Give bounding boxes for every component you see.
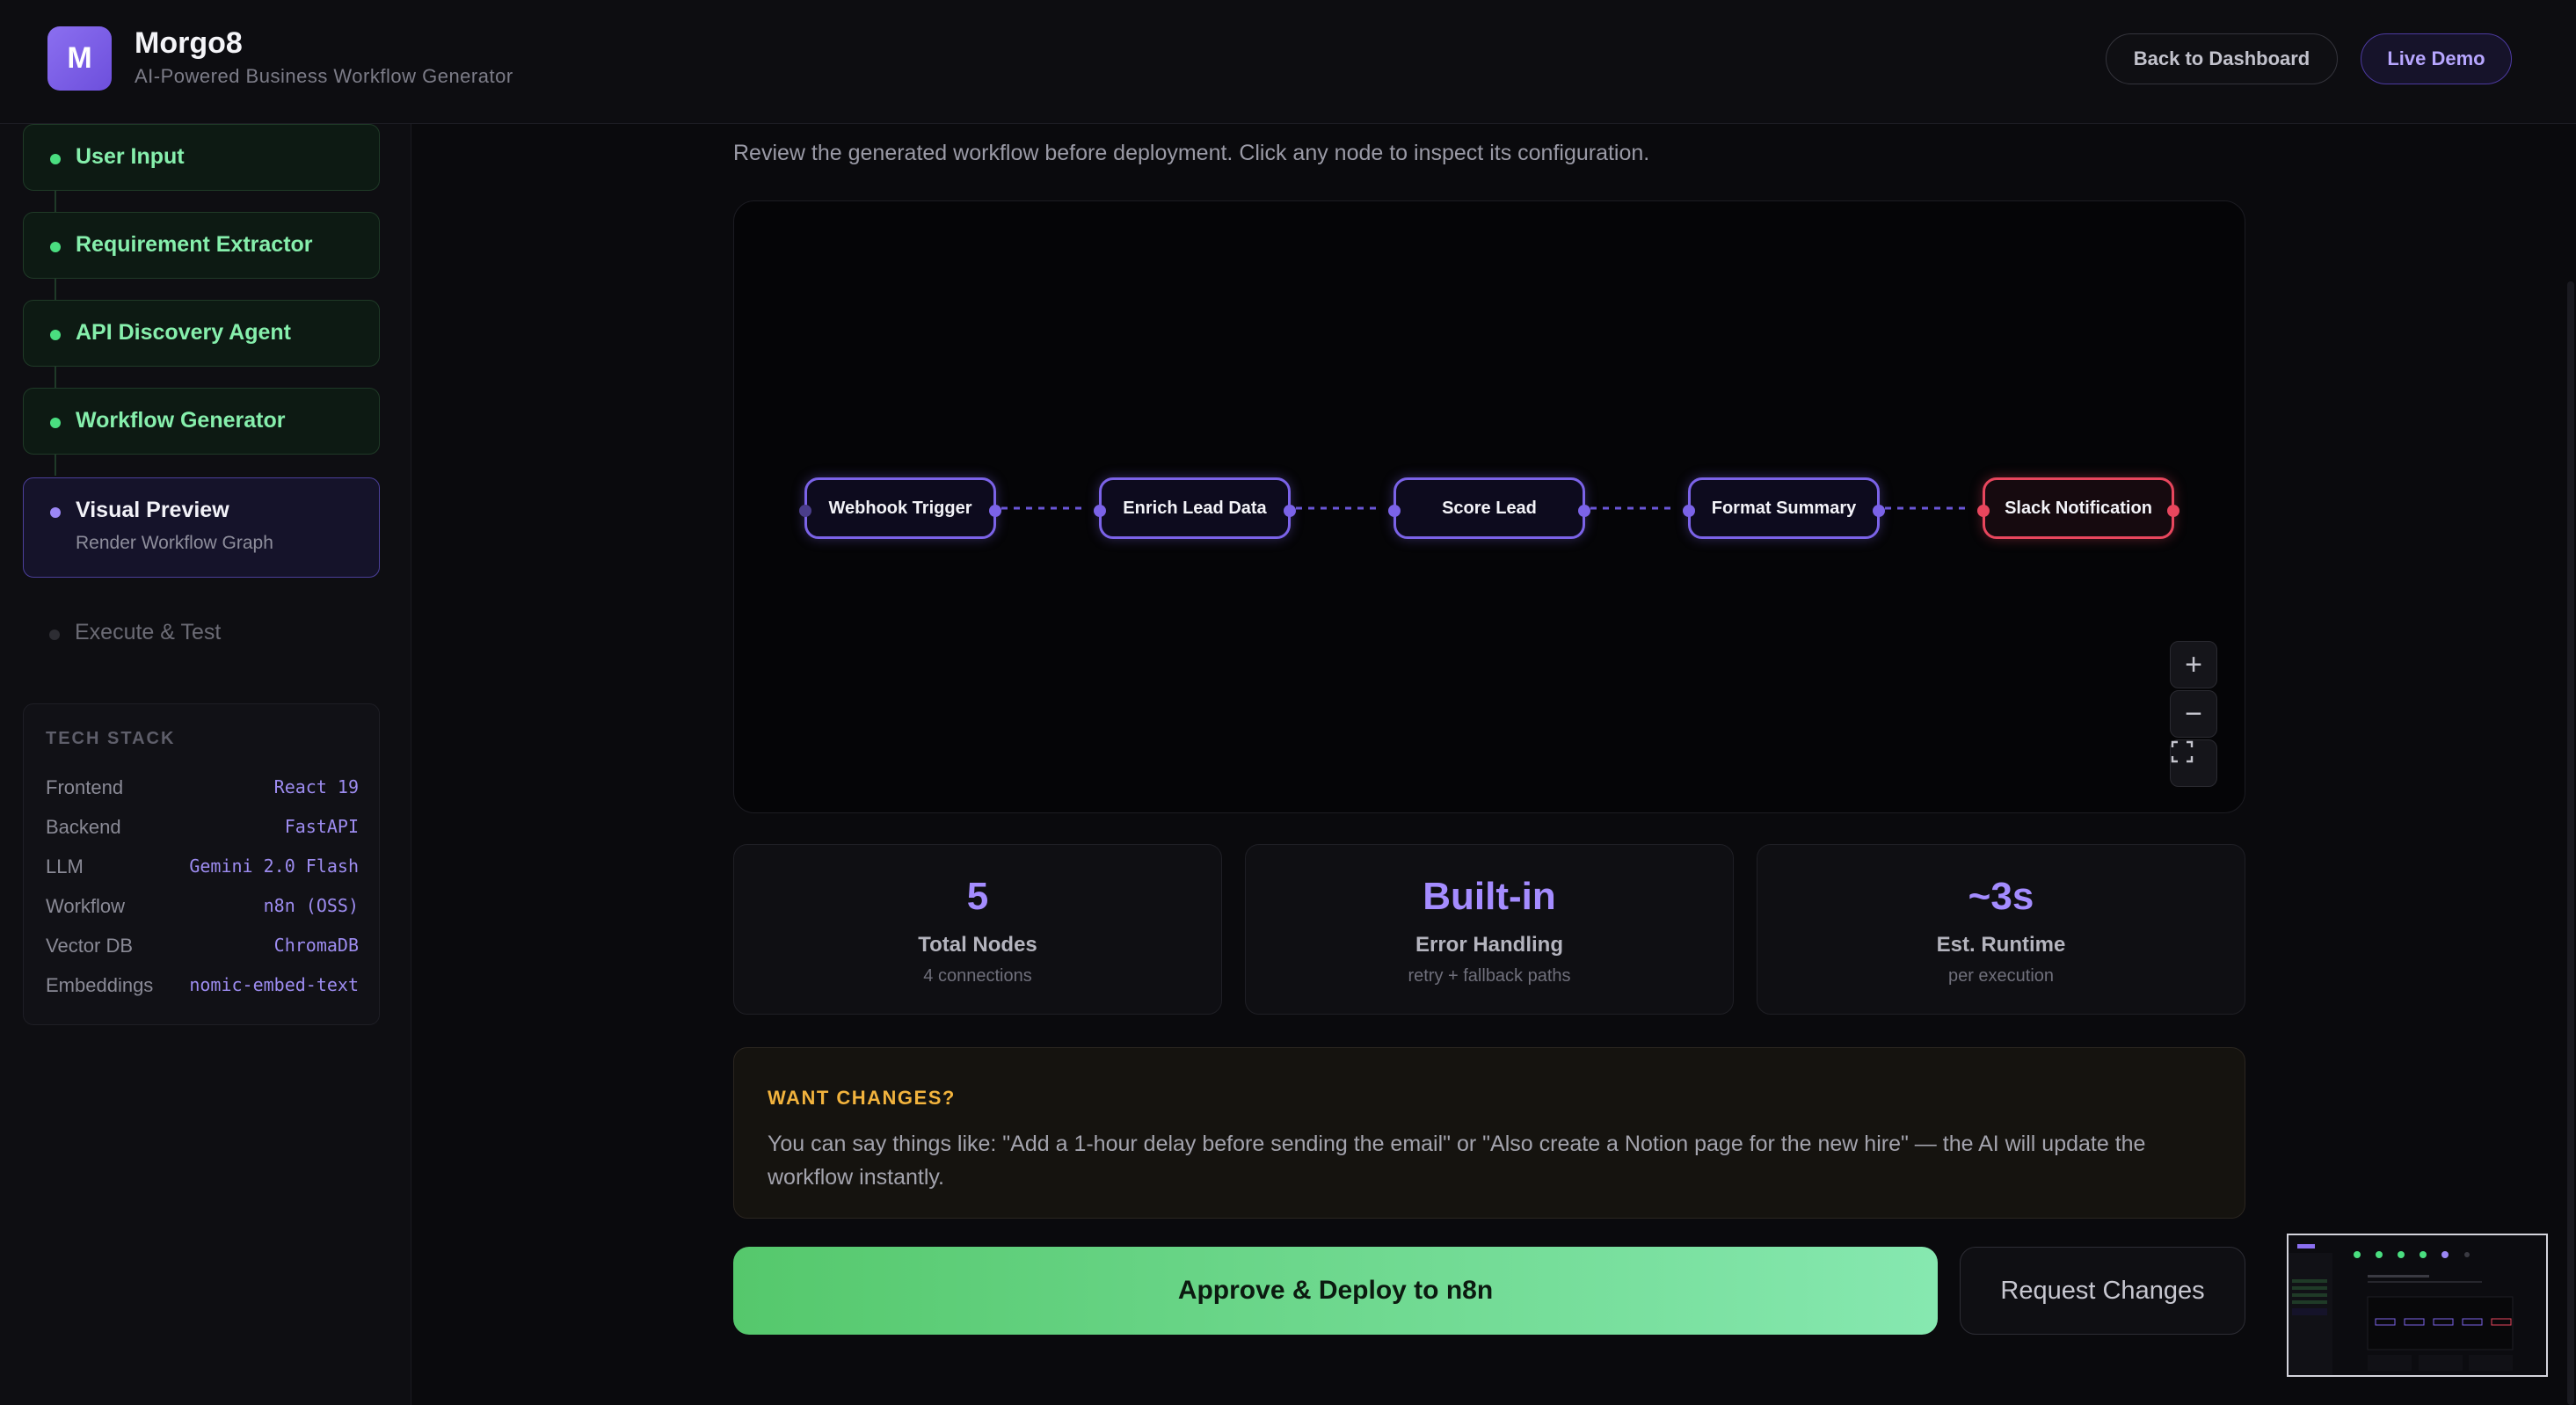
tech-stack-value: nomic-embed-text xyxy=(189,974,359,995)
workflow-canvas[interactable]: Webhook Trigger Enrich Lead Data Score L… xyxy=(733,200,2245,813)
node-label: Enrich Lead Data xyxy=(1123,498,1267,518)
step-requirement-extractor[interactable]: Requirement Extractor xyxy=(23,212,380,279)
preview-intro-text: Review the generated workflow before dep… xyxy=(733,141,1650,165)
output-port[interactable] xyxy=(1873,505,1885,517)
stat-card-error-handling: Built-in Error Handling retry + fallback… xyxy=(1245,844,1734,1015)
back-to-dashboard-button[interactable]: Back to Dashboard xyxy=(2106,33,2338,84)
approve-deploy-button[interactable]: Approve & Deploy to n8n xyxy=(733,1247,1938,1335)
zoom-out-button[interactable]: − xyxy=(2170,690,2217,738)
output-port[interactable] xyxy=(989,505,1001,517)
stat-title: Est. Runtime xyxy=(1936,933,2066,957)
step-connector xyxy=(55,367,56,388)
input-port[interactable] xyxy=(1977,505,1990,517)
step-execute-test[interactable]: Execute & Test xyxy=(23,601,380,667)
page-scrollbar[interactable] xyxy=(2567,281,2574,1405)
tech-stack-value: Gemini 2.0 Flash xyxy=(189,855,359,877)
node-label: Slack Notification xyxy=(2005,498,2152,518)
stat-subtitle: 4 connections xyxy=(923,966,1032,986)
status-dot xyxy=(49,630,60,640)
tech-stack-value: React 19 xyxy=(273,776,359,797)
pipeline-sidebar: User Input Requirement Extractor API Dis… xyxy=(0,124,411,1405)
step-label: Visual Preview xyxy=(76,498,229,522)
stat-subtitle: retry + fallback paths xyxy=(1408,966,1571,986)
output-port[interactable] xyxy=(2167,505,2179,517)
tech-stack-key: LLM xyxy=(46,855,84,877)
fit-view-icon xyxy=(2171,740,2194,763)
tech-stack-value: FastAPI xyxy=(284,816,359,837)
want-changes-panel: WANT CHANGES? You can say things like: "… xyxy=(733,1047,2245,1219)
zoom-in-button[interactable]: + xyxy=(2170,641,2217,688)
status-dot xyxy=(50,418,61,428)
input-port[interactable] xyxy=(1094,505,1106,517)
step-label: API Discovery Agent xyxy=(76,320,291,345)
status-dot xyxy=(50,154,61,164)
tech-stack-title: TECH STACK xyxy=(46,729,176,748)
step-user-input[interactable]: User Input xyxy=(23,124,380,191)
tech-stack-key: Workflow xyxy=(46,895,126,917)
workflow-node-format-summary[interactable]: Format Summary xyxy=(1683,477,1885,539)
stat-card-total-nodes: 5 Total Nodes 4 connections xyxy=(733,844,1222,1015)
app-logo: M xyxy=(47,26,112,91)
input-port[interactable] xyxy=(1683,505,1695,517)
workflow-node-score-lead[interactable]: Score Lead xyxy=(1388,477,1590,539)
graph-minimap[interactable] xyxy=(2287,1234,2548,1377)
output-port[interactable] xyxy=(1284,505,1296,517)
status-dot xyxy=(50,507,61,518)
tech-stack-row: Workflow n8n (OSS) xyxy=(46,895,359,921)
tech-stack-row: LLM Gemini 2.0 Flash xyxy=(46,855,359,882)
fit-view-button[interactable] xyxy=(2170,739,2217,787)
stat-title: Error Handling xyxy=(1415,933,1563,957)
tech-stack-key: Embeddings xyxy=(46,974,154,996)
stat-card-est-runtime: ~3s Est. Runtime per execution xyxy=(1757,844,2245,1015)
tech-stack-row: Vector DB ChromaDB xyxy=(46,935,359,961)
status-dot xyxy=(50,242,61,252)
minimap-preview xyxy=(2289,1244,2514,1375)
step-connector xyxy=(55,455,56,476)
stat-value: ~3s xyxy=(1968,875,2034,918)
stat-subtitle: per execution xyxy=(1947,966,2055,986)
tech-stack-value: ChromaDB xyxy=(273,935,359,956)
step-connector xyxy=(55,279,56,300)
workflow-node-webhook-trigger[interactable]: Webhook Trigger xyxy=(799,477,1001,539)
stat-value: 5 xyxy=(966,875,989,918)
step-api-discovery-agent[interactable]: API Discovery Agent xyxy=(23,300,380,367)
step-label: Requirement Extractor xyxy=(76,232,313,257)
want-changes-body: You can say things like: "Add a 1-hour d… xyxy=(768,1132,2146,1190)
step-label: Workflow Generator xyxy=(76,408,286,433)
input-port[interactable] xyxy=(1388,505,1401,517)
tech-stack-key: Backend xyxy=(46,816,121,838)
step-sublabel: Render Workflow Graph xyxy=(76,533,273,553)
stat-value: Built-in xyxy=(1423,875,1556,918)
output-port[interactable] xyxy=(1578,505,1590,517)
tech-stack-panel: TECH STACK Frontend React 19 Backend Fas… xyxy=(23,703,380,1025)
tech-stack-row: Frontend React 19 xyxy=(46,776,359,803)
tech-stack-row: Backend FastAPI xyxy=(46,816,359,842)
input-port[interactable] xyxy=(799,505,811,517)
node-label: Webhook Trigger xyxy=(828,498,972,518)
tech-stack-key: Vector DB xyxy=(46,935,134,957)
stat-title: Total Nodes xyxy=(918,933,1037,957)
want-changes-heading: WANT CHANGES? xyxy=(768,1087,956,1109)
step-label: User Input xyxy=(76,144,185,169)
status-dot xyxy=(50,330,61,340)
request-changes-button[interactable]: Request Changes xyxy=(1960,1247,2245,1335)
node-label: Score Lead xyxy=(1442,498,1537,518)
tech-stack-key: Frontend xyxy=(46,776,124,798)
plus-icon: + xyxy=(2185,647,2202,681)
workflow-node-enrich-lead-data[interactable]: Enrich Lead Data xyxy=(1094,477,1296,539)
app-name: Morgo8 xyxy=(135,26,243,60)
step-visual-preview[interactable]: Visual Preview Render Workflow Graph xyxy=(23,477,380,578)
step-label: Execute & Test xyxy=(75,620,222,644)
workflow-node-slack-notification[interactable]: Slack Notification xyxy=(1977,477,2179,539)
node-label: Format Summary xyxy=(1711,498,1857,518)
app-header: M Morgo8 AI-Powered Business Workflow Ge… xyxy=(0,0,2576,124)
step-connector xyxy=(55,191,56,212)
tech-stack-row: Embeddings nomic-embed-text xyxy=(46,974,359,1001)
live-demo-button[interactable]: Live Demo xyxy=(2361,33,2512,84)
step-workflow-generator[interactable]: Workflow Generator xyxy=(23,388,380,455)
app-subtitle: AI-Powered Business Workflow Generator xyxy=(135,65,513,87)
tech-stack-value: n8n (OSS) xyxy=(263,895,359,916)
minus-icon: − xyxy=(2185,696,2202,731)
